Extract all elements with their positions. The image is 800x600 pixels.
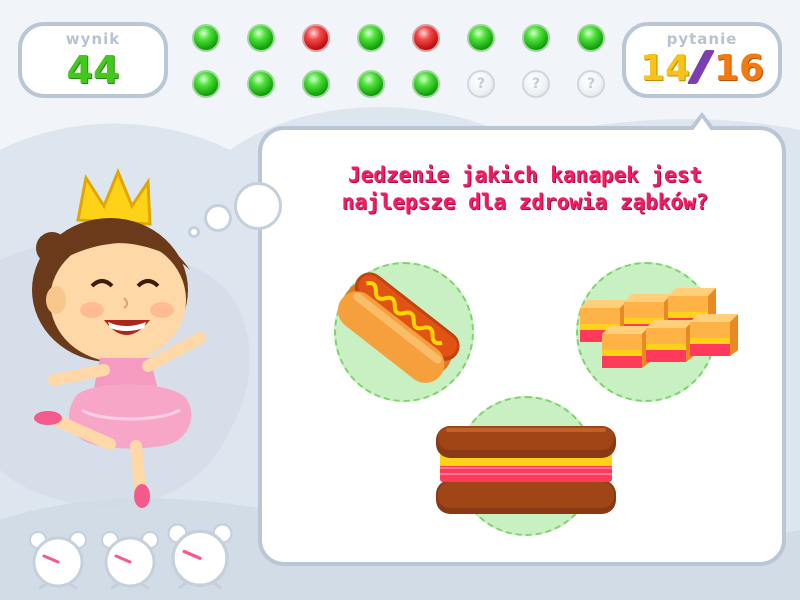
progress-dot-correct bbox=[247, 70, 275, 98]
progress-dot-correct bbox=[467, 24, 495, 52]
question-counter-label: pytanie bbox=[666, 30, 738, 48]
progress-dot-correct bbox=[302, 70, 330, 98]
score-panel: wynik 44 bbox=[18, 22, 168, 98]
progress-dot-correct bbox=[247, 24, 275, 52]
progress-dot-unanswered: ? bbox=[577, 70, 605, 98]
hotdog-icon bbox=[337, 272, 460, 383]
progress-dot-unanswered: ? bbox=[467, 70, 495, 98]
progress-dot-correct bbox=[357, 24, 385, 52]
answer-sandwich[interactable] bbox=[436, 396, 616, 536]
progress-dot-correct bbox=[192, 24, 220, 52]
crown-icon bbox=[76, 168, 152, 226]
answer-hotdog[interactable] bbox=[334, 262, 474, 402]
question-line-2: najlepsze dla zdrowia ząbków? bbox=[341, 190, 709, 214]
alarm-clock-icon bbox=[98, 530, 162, 594]
progress-dot-correct bbox=[357, 70, 385, 98]
progress-dot-unanswered: ? bbox=[522, 70, 550, 98]
question-counter-panel: pytanie 14 16 bbox=[622, 22, 782, 98]
alarm-clock-icon bbox=[26, 530, 90, 594]
total-questions-number: 16 bbox=[714, 48, 765, 89]
progress-dot-correct bbox=[522, 24, 550, 52]
score-label: wynik bbox=[65, 30, 121, 48]
question-line-1: Jedzenie jakich kanapek jest bbox=[347, 163, 702, 187]
progress-dot-correct bbox=[577, 24, 605, 52]
sandwich-icon bbox=[436, 426, 616, 514]
question-text: Jedzenie jakich kanapek jest najlepsze d… bbox=[290, 162, 760, 216]
score-value: 44 bbox=[66, 48, 120, 92]
progress-dot-wrong bbox=[412, 24, 440, 52]
current-question-number: 14 bbox=[639, 48, 690, 89]
canapes-icon bbox=[580, 288, 738, 368]
progress-dot-wrong bbox=[302, 24, 330, 52]
progress-dot-correct bbox=[192, 70, 220, 98]
alarm-clock-icon bbox=[164, 522, 236, 594]
question-counter: 14 16 bbox=[626, 48, 778, 89]
question-box-tail-inner bbox=[692, 118, 712, 132]
princess-character bbox=[32, 168, 206, 508]
progress-dot-correct bbox=[412, 70, 440, 98]
answer-canapes[interactable] bbox=[576, 262, 738, 402]
counter-separator bbox=[686, 50, 716, 84]
